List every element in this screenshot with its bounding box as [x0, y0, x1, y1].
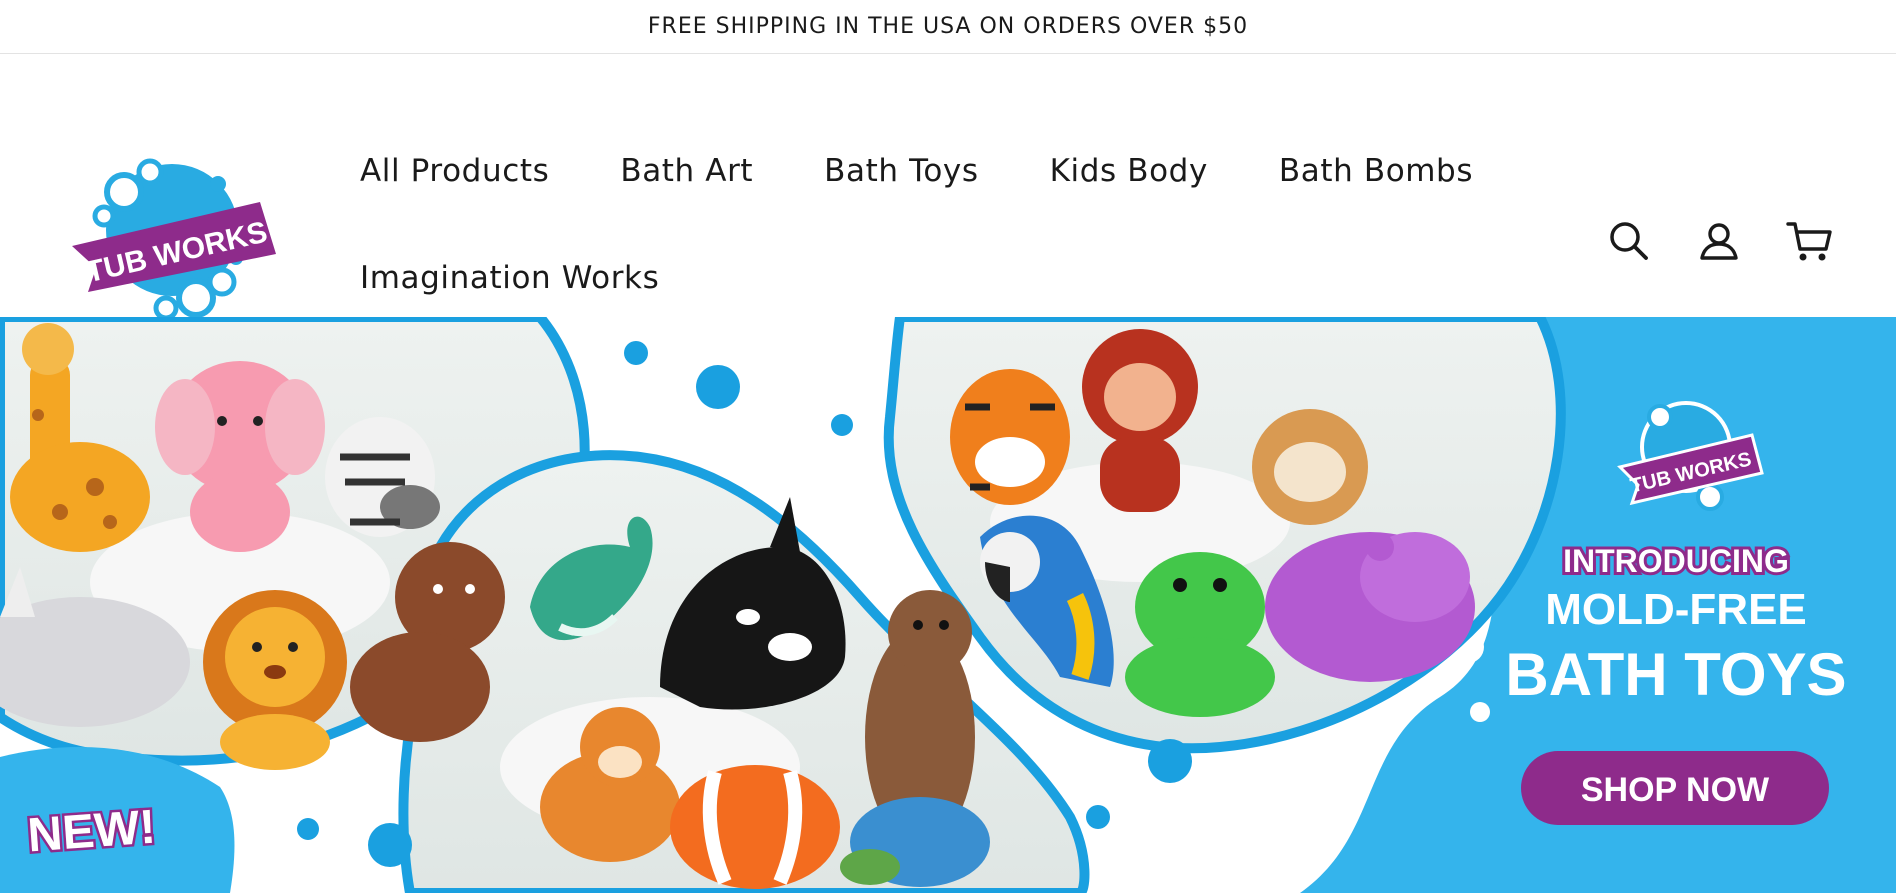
account-button[interactable] — [1696, 218, 1742, 264]
site-header: TUB WORKS All Products Bath Art Bath Toy… — [0, 54, 1896, 321]
brand-logo[interactable]: TUB WORKS — [64, 150, 278, 328]
sloth-toy-icon — [1252, 409, 1368, 525]
announcement-text: FREE SHIPPING IN THE USA ON ORDERS OVER … — [647, 14, 1249, 39]
hero-headline-mold-free: MOLD-FREE — [1545, 585, 1807, 634]
nav-bath-art[interactable]: Bath Art — [620, 152, 753, 191]
cart-button[interactable] — [1786, 218, 1832, 264]
tub-works-logo-icon: TUB WORKS — [72, 158, 276, 321]
hero-illustration: NEW! TUB WORKS INTRODUCING MOLD-FREE BAT… — [0, 317, 1896, 893]
new-badge: NEW! — [26, 801, 157, 863]
search-icon — [1610, 222, 1648, 260]
user-icon — [1700, 223, 1738, 260]
shop-now-button[interactable]: SHOP NOW — [1521, 751, 1829, 825]
header-icons — [1606, 218, 1832, 264]
lion-toy-icon — [203, 590, 347, 770]
shop-now-label: SHOP NOW — [1581, 771, 1770, 809]
cart-icon — [1786, 222, 1832, 261]
tiger-toy-icon — [950, 369, 1070, 505]
hero-banner[interactable]: NEW! TUB WORKS INTRODUCING MOLD-FREE BAT… — [0, 317, 1896, 893]
nav-imagination-works[interactable]: Imagination Works — [360, 259, 659, 298]
hippo-toy-icon — [1265, 532, 1475, 682]
nav-all-products[interactable]: All Products — [360, 152, 549, 191]
hero-headline-bath-toys: BATH TOYS — [1505, 641, 1846, 708]
announcement-bar: FREE SHIPPING IN THE USA ON ORDERS OVER … — [0, 0, 1896, 54]
nav-kids-body[interactable]: Kids Body — [1050, 152, 1208, 191]
nav-bath-toys[interactable]: Bath Toys — [824, 152, 978, 191]
crocodile-toy-icon — [1125, 552, 1275, 717]
hero-headline-introducing: INTRODUCING — [1563, 543, 1789, 579]
clownfish-toy-icon — [670, 765, 840, 889]
search-button[interactable] — [1606, 218, 1652, 264]
nav-bath-bombs[interactable]: Bath Bombs — [1279, 152, 1473, 191]
